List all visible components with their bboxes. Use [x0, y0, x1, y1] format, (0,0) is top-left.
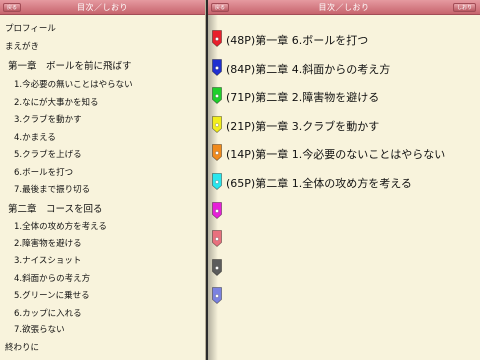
toc-item[interactable]: 2.なにが大事かを知る: [14, 96, 98, 108]
toc-item[interactable]: 6.ボールを打つ: [14, 166, 73, 178]
bookmark-tag-icon[interactable]: [212, 144, 222, 162]
toc-item[interactable]: 5.クラブを上げる: [14, 148, 82, 160]
bookmark-label: (21P)第一章 3.クラブを動かす: [226, 119, 380, 133]
toc-item[interactable]: 6.カップに入れる: [14, 307, 82, 319]
bookmark-label: (84P)第二章 4.斜面からの考え方: [226, 62, 391, 76]
bookmark-row[interactable]: [212, 258, 474, 279]
toc-chapter-item[interactable]: 第一章 ボールを前に飛ばす: [8, 58, 132, 72]
bookmark-title: 目次／しおり: [318, 3, 370, 12]
bookmark-row[interactable]: (65P)第二章 1.全体の攻め方を考える: [212, 173, 474, 193]
bookmark-button[interactable]: しおり: [452, 3, 476, 12]
bookmark-label: (65P)第二章 1.全体の攻め方を考える: [226, 177, 412, 190]
bookmark-tag-icon[interactable]: [212, 173, 222, 190]
bookmark-label: (71P)第二章 2.障害物を避ける: [226, 91, 380, 105]
toc-item[interactable]: プロフィール: [5, 22, 56, 34]
bookmark-tag-icon[interactable]: [212, 58, 222, 76]
toc-item[interactable]: 5.グリーンに乗せる: [14, 289, 90, 301]
bookmark-row[interactable]: [212, 201, 474, 222]
toc-item[interactable]: 7.最後まで振り切る: [14, 183, 90, 195]
bookmark-tag-icon[interactable]: [212, 30, 222, 47]
bookmark-tag-icon[interactable]: [212, 115, 222, 133]
bookmark-row[interactable]: (21P)第一章 3.クラブを動かす: [212, 115, 474, 136]
bookmark-tag-icon[interactable]: [212, 258, 222, 276]
bookmark-row[interactable]: (14P)第一章 1.今必要のないことはやらない: [212, 144, 474, 164]
toc-pane: 戻る 目次／しおり プロフィール まえがき第一章 ボールを前に飛ばす 1.今必要の無…: [0, 0, 206, 360]
bookmark-label: (48P)第一章 6.ボールを打つ: [226, 34, 369, 47]
bookmark-row[interactable]: [212, 230, 474, 250]
toc-item[interactable]: 3.ナイスショット: [14, 254, 81, 266]
bookmark-tag-icon[interactable]: [212, 287, 222, 305]
toc-item[interactable]: 7.欲張らない: [14, 323, 65, 335]
toc-item[interactable]: 終わりに: [5, 341, 39, 353]
bookmark-navbar: 戻る 目次／しおり しおり: [208, 0, 480, 15]
toc-item[interactable]: 3.クラブを動かす: [14, 113, 82, 125]
toc-navbar: 戻る 目次／しおり: [0, 0, 205, 15]
toc-item[interactable]: 1.全体の攻め方を考える: [14, 220, 107, 232]
toc-item[interactable]: 4.かまえる: [14, 131, 56, 143]
toc-item[interactable]: 4.斜面からの考え方: [14, 272, 90, 284]
toc-title: 目次／しおり: [77, 3, 128, 12]
bookmark-row[interactable]: (71P)第二章 2.障害物を避ける: [212, 87, 474, 107]
bookmark-row[interactable]: [212, 287, 474, 307]
bookmark-row[interactable]: (48P)第一章 6.ボールを打つ: [212, 30, 474, 50]
bookmark-pane: 戻る 目次／しおり しおり (48P)第一章 6.ボールを打つ (84P)第二章 …: [208, 0, 480, 360]
toc-chapter-item[interactable]: 第二章 コースを回る: [8, 201, 103, 215]
toc-item[interactable]: 1.今必要の無いことはやらない: [14, 78, 133, 90]
bookmark-tag-icon[interactable]: [212, 230, 222, 248]
bookmark-row[interactable]: (84P)第二章 4.斜面からの考え方: [212, 58, 474, 79]
toc-item[interactable]: 2.障害物を避ける: [14, 237, 82, 249]
bookmark-tag-icon[interactable]: [212, 201, 222, 219]
bookmark-label: (14P)第一章 1.今必要のないことはやらない: [226, 148, 446, 162]
bookmark-tag-icon[interactable]: [212, 87, 222, 105]
toc-item[interactable]: まえがき: [5, 40, 39, 52]
